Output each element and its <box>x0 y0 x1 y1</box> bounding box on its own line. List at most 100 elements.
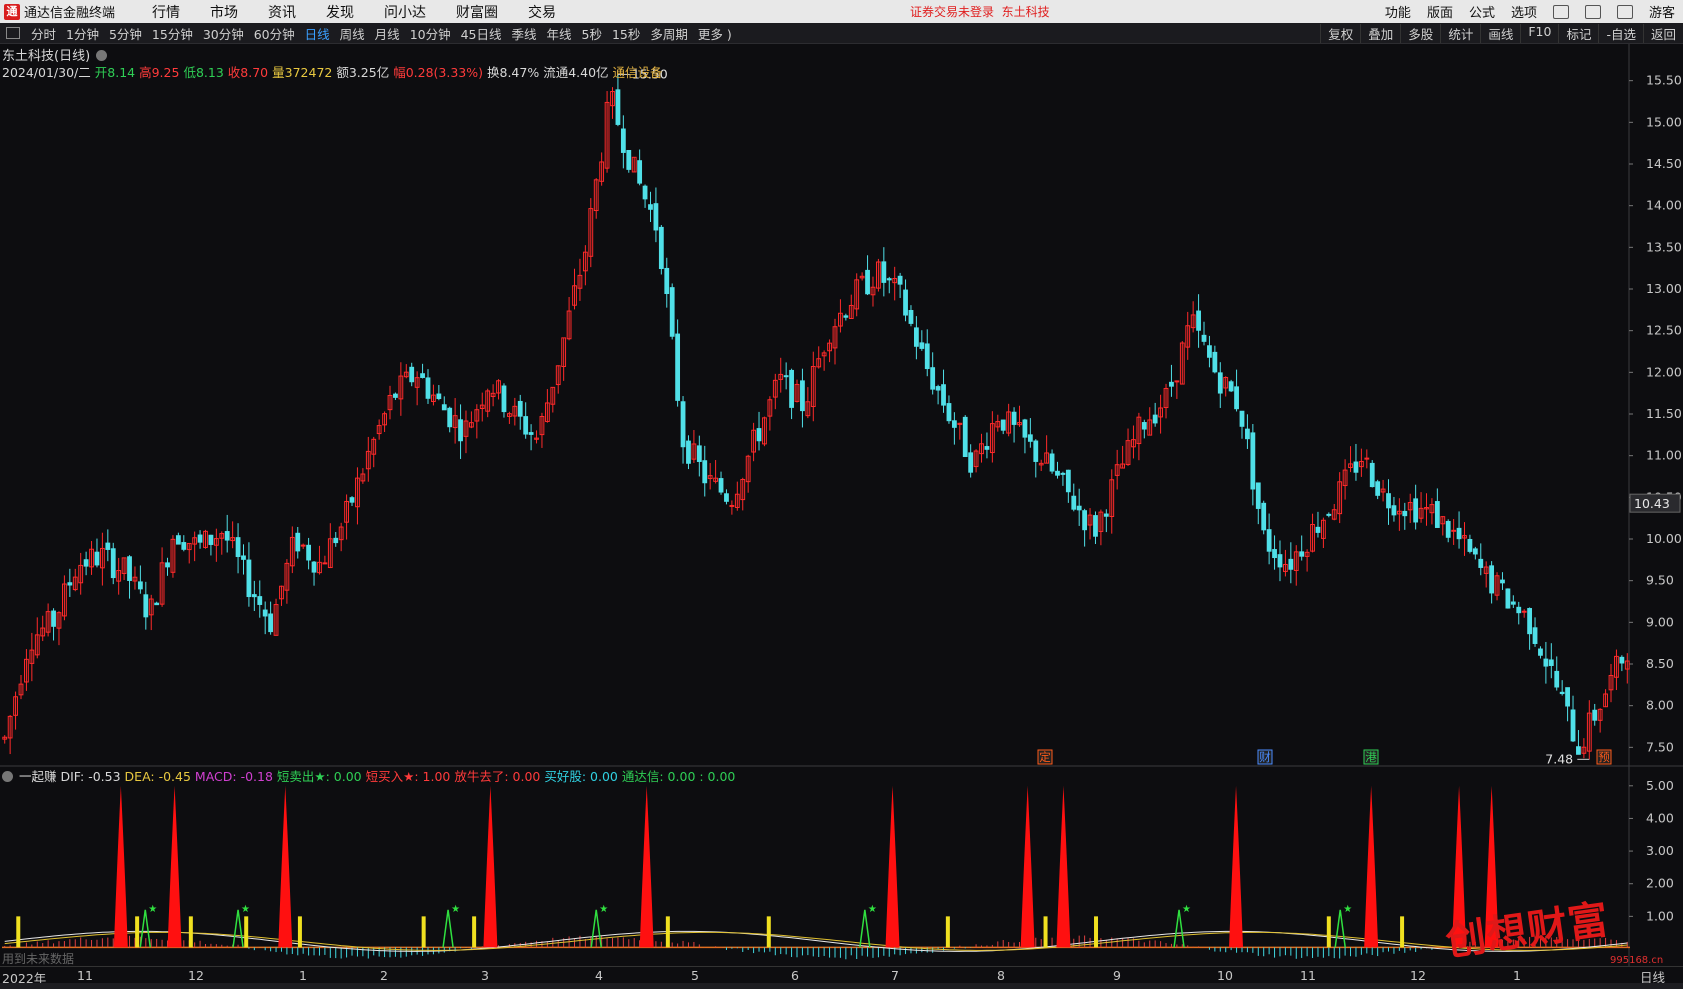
refresh-icon[interactable] <box>1552 4 1569 19</box>
candle-body <box>718 478 724 493</box>
candle-body <box>1196 310 1201 331</box>
period-daily[interactable]: 日线 <box>300 24 335 43</box>
candle-body <box>1245 428 1250 440</box>
candle-body <box>251 594 257 598</box>
candle-body <box>1521 610 1527 613</box>
candle-body <box>333 537 339 544</box>
candle-body <box>1288 558 1294 570</box>
tool-multi-stock[interactable]: 多股 <box>1400 23 1440 43</box>
period-multi[interactable]: 多周期 <box>645 24 693 43</box>
min-price-label: 7.48 <box>1545 751 1573 766</box>
candle-body <box>523 416 529 435</box>
candle-body <box>1272 549 1277 559</box>
period-minute[interactable]: 分时 <box>26 24 61 43</box>
menu-options[interactable]: 选项 <box>1503 2 1545 21</box>
candle-body <box>1239 410 1245 427</box>
buy-signal-mark <box>859 909 871 948</box>
y-tick-label: 11.50 <box>1646 406 1682 421</box>
candle-body <box>393 393 398 398</box>
menu-function[interactable]: 功能 <box>1377 2 1419 21</box>
main-menu: 行情 市场 资讯 发现 问小达 财富圈 交易 <box>137 2 571 22</box>
signal-bar <box>472 916 477 948</box>
candle-body <box>626 150 632 170</box>
candle-body <box>1060 472 1066 475</box>
dif-value: DIF: -0.53 <box>60 769 121 784</box>
tool-f10[interactable]: F10 <box>1520 23 1558 43</box>
signal-bar <box>665 916 670 948</box>
period-30min[interactable]: 30分钟 <box>198 24 249 43</box>
period-5sec[interactable]: 5秒 <box>577 24 607 43</box>
tool-back[interactable]: 返回 <box>1642 23 1683 43</box>
candle-body <box>658 226 664 270</box>
tool-stats[interactable]: 统计 <box>1440 23 1480 43</box>
candle-body <box>1022 419 1028 438</box>
y-tick-label: 12.00 <box>1646 364 1682 379</box>
panel-toggle-icon[interactable] <box>6 27 20 39</box>
candle-body <box>441 404 447 411</box>
candle-body <box>935 386 941 391</box>
user-label[interactable]: 游客 <box>1641 2 1683 21</box>
candle-body <box>1516 606 1522 614</box>
candle-body <box>1576 746 1581 755</box>
period-monthly[interactable]: 月线 <box>370 24 405 43</box>
time-label: 9 <box>1113 968 1121 983</box>
candle-body <box>1391 505 1397 516</box>
phone-icon[interactable] <box>1584 4 1601 19</box>
signal-bar <box>421 916 426 948</box>
candle-body <box>1538 648 1543 656</box>
signal-bar <box>1094 916 1099 948</box>
period-more[interactable]: 更多 ) <box>693 24 737 43</box>
candle-body <box>224 531 230 541</box>
candle-body <box>1228 381 1234 392</box>
menu-layout[interactable]: 版面 <box>1419 2 1461 21</box>
kline-chart[interactable]: 15.50 15.00 14.50 14.00 13.50 13.00 12.50 12.00… <box>0 44 1683 966</box>
period-10min[interactable]: 10分钟 <box>405 24 456 43</box>
tool-draw[interactable]: 画线 <box>1480 23 1520 43</box>
candle-body <box>669 287 675 337</box>
menu-news[interactable]: 资讯 <box>253 2 311 22</box>
ind-tick-label: 5.00 <box>1646 778 1674 793</box>
sector-label[interactable]: 通信设备 <box>613 65 663 80</box>
candle-body <box>789 369 794 408</box>
menu-quotes[interactable]: 行情 <box>137 2 195 22</box>
candle-body <box>165 562 170 568</box>
period-60min[interactable]: 60分钟 <box>249 24 300 43</box>
period-5min[interactable]: 5分钟 <box>104 24 147 43</box>
period-weekly[interactable]: 周线 <box>335 24 370 43</box>
candle-body <box>1250 432 1256 490</box>
period-1min[interactable]: 1分钟 <box>61 24 104 43</box>
tool-overlay[interactable]: 叠加 <box>1360 23 1400 43</box>
dropdown-icon[interactable] <box>96 50 108 61</box>
menu-wealth[interactable]: 财富圈 <box>441 2 513 22</box>
indicator-name[interactable]: 一起赚 <box>19 769 57 784</box>
menu-ask[interactable]: 问小达 <box>369 2 441 22</box>
signal-spike <box>167 785 182 948</box>
candle-body <box>756 428 762 442</box>
indicator-menu-icon[interactable] <box>2 771 13 782</box>
menu-market[interactable]: 市场 <box>195 2 253 22</box>
candle-body <box>1082 510 1088 531</box>
period-15min[interactable]: 15分钟 <box>147 24 198 43</box>
tool-mark[interactable]: 标记 <box>1558 23 1598 43</box>
mail-icon[interactable] <box>1616 4 1633 19</box>
macd-value: MACD: -0.18 <box>194 769 273 784</box>
quote-info-line: 2024/01/30/二 开8.14 高9.25 低8.13 收8.70 量37… <box>2 62 663 81</box>
period-yearly[interactable]: 年线 <box>542 24 577 43</box>
period-15sec[interactable]: 15秒 <box>607 24 645 43</box>
future-data-note: 用到未来数据 <box>2 952 75 966</box>
watermark-url: 995168.cn <box>1610 955 1664 966</box>
period-quarterly[interactable]: 季线 <box>507 24 542 43</box>
candle-body <box>268 613 274 633</box>
menu-formula[interactable]: 公式 <box>1461 2 1503 21</box>
tool-watchlist[interactable]: -自选 <box>1598 23 1643 43</box>
buy-signal-mark <box>442 909 454 948</box>
candle-body <box>800 380 805 412</box>
menu-trade[interactable]: 交易 <box>513 2 571 22</box>
menu-discover[interactable]: 发现 <box>311 2 369 22</box>
login-notice[interactable]: 证券交易未登录 东土科技 <box>910 3 1050 20</box>
period-45day[interactable]: 45日线 <box>456 24 507 43</box>
candle-body <box>501 385 507 413</box>
y-tick-label: 9.50 <box>1646 573 1674 588</box>
tool-adjust[interactable]: 复权 <box>1320 23 1360 43</box>
time-label: 11 <box>1300 968 1316 983</box>
